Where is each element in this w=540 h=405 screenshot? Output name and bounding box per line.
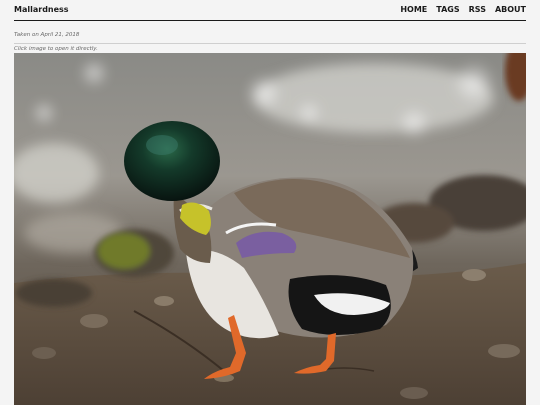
nav-home-link[interactable]: HOME: [400, 5, 427, 14]
site-header: Mallardness HOME TAGS RSS ABOUT: [14, 0, 526, 21]
taken-date: Taken on April 21, 2018: [14, 32, 80, 38]
nav-about-link[interactable]: ABOUT: [495, 5, 526, 14]
click-hint: Click image to open it directly.: [14, 46, 98, 52]
duck-photo[interactable]: [14, 53, 526, 405]
site-title-link[interactable]: Mallardness: [14, 5, 69, 14]
post-meta: Taken on April 21, 2018: [14, 31, 526, 44]
main-nav: HOME TAGS RSS ABOUT: [400, 5, 526, 14]
page: Mallardness HOME TAGS RSS ABOUT Taken on…: [0, 0, 540, 405]
nav-rss-link[interactable]: RSS: [469, 5, 486, 14]
nav-tags-link[interactable]: TAGS: [436, 5, 459, 14]
